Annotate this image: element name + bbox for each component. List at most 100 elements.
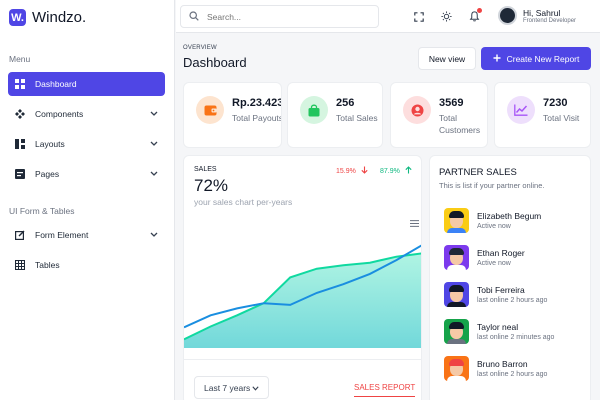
partner-status: last online 2 hours ago [477, 296, 548, 304]
partner-info: Elizabeth Begum Active now [477, 211, 541, 230]
partner-row[interactable]: Elizabeth Begum Active now [444, 204, 584, 236]
stat-label: Total Visit [543, 113, 580, 123]
chevron-down-icon [150, 170, 158, 179]
chart-menu-icon[interactable] [410, 219, 419, 229]
partner-status: Active now [477, 259, 511, 267]
avatar [444, 318, 469, 344]
user-menu[interactable]: Hi, Sahrul Frontend Developer [498, 6, 576, 25]
layouts-icon [15, 139, 25, 149]
form-icon [15, 230, 25, 240]
partner-name: Taylor neal [477, 321, 519, 332]
sidebar: W. Windzo. Menu Dashboard Components Lay… [0, 0, 175, 400]
partner-status: Active now [477, 222, 511, 230]
sales-chart [184, 244, 421, 348]
sidebar-item-tables[interactable]: Tables [8, 253, 165, 277]
partner-status: last online 2 minutes ago [477, 333, 555, 341]
period-select[interactable]: Last 7 years [194, 376, 269, 399]
sidebar-item-label: Pages [35, 169, 60, 179]
pages-icon [15, 169, 25, 179]
search-box[interactable] [180, 5, 379, 28]
sidebar-item-label: Components [35, 109, 84, 119]
stat-card-payouts: Rp.23.423.000 Total Payouts [183, 82, 282, 148]
search-icon [189, 10, 199, 23]
avatar [444, 244, 469, 270]
forms-heading: UI Form & Tables [9, 206, 75, 216]
partner-row[interactable]: Taylor neal last online 2 minutes ago [444, 315, 584, 347]
sales-change-up-value: 87.9% [380, 168, 400, 175]
partner-name: Elizabeth Begum [477, 210, 542, 221]
create-report-button[interactable]: Create New Report [481, 47, 591, 70]
chevron-down-icon [252, 383, 259, 393]
sales-percent: 72% [194, 176, 229, 195]
partner-info: Ethan Roger Active now [477, 248, 525, 267]
user-role: Frontend Developer [523, 17, 577, 24]
notification-bell-icon[interactable] [468, 8, 482, 23]
sidebar-item-label: Form Element [35, 230, 89, 240]
partner-name: Ethan Roger [477, 247, 525, 258]
sidebar-item-label: Tables [35, 260, 60, 270]
sales-change-down: 15.9% [336, 166, 368, 175]
user-info: Hi, Sahrul Frontend Developer [523, 8, 576, 24]
avatar [444, 355, 469, 381]
stat-card-visit: 7230 Total Visit [494, 82, 591, 148]
stat-value: 3569 [439, 97, 464, 109]
new-view-button[interactable]: New view [418, 47, 476, 70]
partner-info: Bruno Barron last online 2 hours ago [477, 359, 547, 378]
sidebar-item-pages[interactable]: Pages [8, 162, 165, 186]
stat-label: Total Sales [336, 113, 378, 123]
chevron-down-icon [150, 110, 158, 119]
sidebar-item-label: Layouts [35, 139, 65, 149]
partner-name: Tobi Ferreira [477, 284, 525, 295]
brand[interactable]: W. Windzo. [9, 9, 86, 26]
menu-heading: Menu [9, 54, 31, 64]
partner-info: Tobi Ferreira last online 2 hours ago [477, 285, 547, 304]
sales-title: SALES [194, 166, 217, 173]
fullscreen-icon[interactable] [412, 10, 425, 23]
stat-card-sales: 256 Total Sales [287, 82, 383, 148]
shopping-bag-icon [300, 96, 328, 124]
page-overline: OVERVIEW [183, 45, 217, 51]
page-title: Dashboard [183, 55, 247, 70]
stat-value: Rp.23.423.000 [232, 97, 282, 109]
sidebar-item-dashboard[interactable]: Dashboard [8, 72, 165, 96]
stat-card-customers: 3569 Total Customers [390, 82, 488, 148]
sales-report-link[interactable]: SALES REPORT [354, 383, 416, 397]
sidebar-item-form-element[interactable]: Form Element [8, 223, 165, 247]
wallet-icon [196, 96, 224, 124]
search-input[interactable] [207, 11, 357, 22]
avatar [498, 6, 517, 25]
tables-icon [15, 260, 25, 270]
avatar [444, 207, 469, 233]
plus-icon [493, 54, 501, 64]
sidebar-item-layouts[interactable]: Layouts [8, 132, 165, 156]
chart-line-icon [507, 96, 535, 124]
brand-logo: W. [9, 9, 26, 26]
partner-row[interactable]: Ethan Roger Active now [444, 241, 584, 273]
sidebar-item-components[interactable]: Components [8, 102, 165, 126]
partner-sales-card: PARTNER SALES This is list if your partn… [429, 155, 591, 400]
sales-area-fill [184, 253, 421, 348]
topbar: Hi, Sahrul Frontend Developer [176, 0, 600, 33]
partner-row[interactable]: Tobi Ferreira last online 2 hours ago [444, 278, 584, 310]
partner-subtitle: This is list if your partner online. [439, 181, 545, 190]
stat-value: 7230 [543, 97, 568, 109]
sales-change-down-value: 15.9% [336, 168, 356, 175]
sales-subtitle: your sales chart per-years [194, 197, 293, 207]
partner-title: PARTNER SALES [439, 167, 517, 178]
stat-value: 256 [336, 97, 355, 109]
partner-name: Bruno Barron [477, 358, 528, 369]
period-select-value: Last 7 years [204, 382, 251, 393]
partner-status: last online 2 hours ago [477, 370, 548, 378]
theme-toggle-icon[interactable] [440, 10, 453, 23]
create-report-label: Create New Report [506, 53, 580, 64]
avatar [444, 281, 469, 307]
chevron-down-icon [150, 140, 158, 149]
user-circle-icon [403, 96, 431, 124]
stat-label: Total Payouts [232, 113, 282, 123]
components-icon [15, 109, 25, 119]
sales-card-divider [184, 359, 421, 360]
partner-info: Taylor neal last online 2 minutes ago [477, 322, 554, 341]
stat-label: Total Customers [439, 113, 481, 135]
partner-row[interactable]: Bruno Barron last online 2 hours ago [444, 352, 584, 384]
sales-card: SALES 72% your sales chart per-years 15.… [183, 155, 422, 400]
